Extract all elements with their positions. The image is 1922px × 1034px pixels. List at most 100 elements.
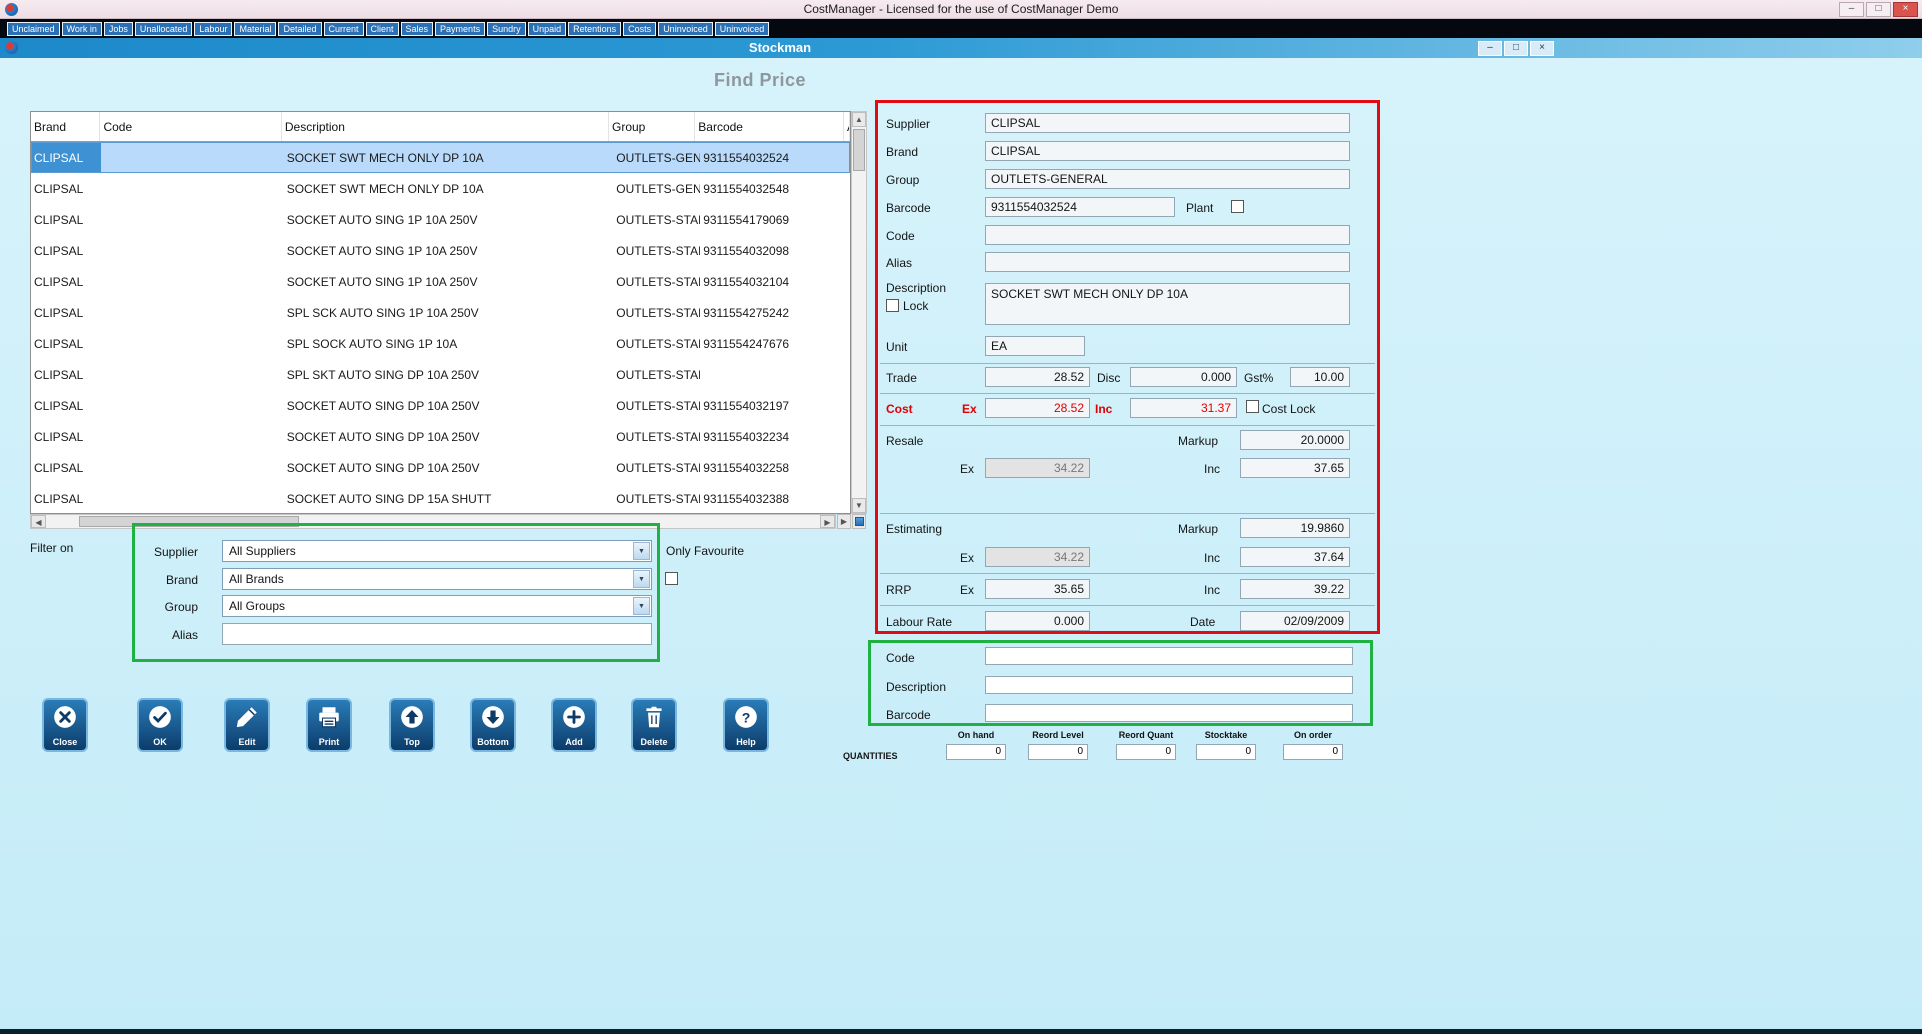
scroll-right-icon[interactable]: ▶ — [820, 515, 835, 528]
column-header-a[interactable]: A — [844, 112, 850, 141]
rrp-inc-field[interactable]: 39.22 — [1240, 579, 1350, 599]
supplier-filter-dropdown[interactable]: All Suppliers ▼ — [222, 540, 652, 562]
scroll-right-end-icon[interactable]: ▶ — [837, 514, 851, 529]
lookup-code-input[interactable] — [985, 647, 1353, 665]
tab-current[interactable]: Current — [323, 21, 364, 36]
resale-inc-field[interactable]: 37.65 — [1240, 458, 1350, 478]
tab-costs[interactable]: Costs — [623, 21, 657, 36]
close-icon[interactable]: × — [1530, 41, 1554, 56]
table-row[interactable]: CLIPSAL SOCKET AUTO SING 1P 10A 250V OUTLE… — [31, 266, 850, 297]
horizontal-scrollbar[interactable]: ◀ ▶ — [30, 514, 836, 529]
tab-uninvoiced[interactable]: Uninvoiced — [714, 21, 770, 36]
minimize-icon[interactable]: – — [1839, 2, 1864, 17]
estimating-ex-field[interactable]: 34.22 — [985, 547, 1090, 567]
tab-labour[interactable]: Labour — [194, 21, 233, 36]
quantity-input[interactable]: 0 — [1116, 744, 1176, 760]
tab-unclaimed[interactable]: Unclaimed — [7, 21, 60, 36]
scroll-left-icon[interactable]: ◀ — [31, 515, 46, 528]
column-header-barcode[interactable]: Barcode — [695, 112, 844, 141]
tab-client[interactable]: Client — [365, 21, 399, 36]
chevron-down-icon[interactable]: ▼ — [633, 597, 650, 615]
resale-markup-field[interactable]: 20.0000 — [1240, 430, 1350, 450]
description-lock-checkbox[interactable] — [886, 299, 899, 312]
cost-inc-field[interactable]: 31.37 — [1130, 398, 1237, 418]
estimating-inc-field[interactable]: 37.64 — [1240, 547, 1350, 567]
close-icon[interactable]: × — [1893, 2, 1918, 17]
labour-rate-field[interactable]: 0.000 — [985, 611, 1090, 631]
table-row[interactable]: CLIPSAL SPL SKT AUTO SING DP 10A 250V OUTL… — [31, 359, 850, 390]
column-header-code[interactable]: Code — [100, 112, 282, 141]
brand-field[interactable]: CLIPSAL — [985, 141, 1350, 161]
tab-retentions[interactable]: Retentions — [568, 21, 622, 36]
tab-unpaid[interactable]: Unpaid — [527, 21, 567, 36]
column-header-group[interactable]: Group — [609, 112, 696, 141]
table-row[interactable]: CLIPSAL SOCKET AUTO SING DP 15A SHUTT OUTL… — [31, 483, 850, 513]
table-row[interactable]: CLIPSAL SOCKET SWT MECH ONLY DP 10A OUTLET… — [31, 173, 850, 204]
horizontal-scroll-thumb[interactable] — [79, 516, 299, 527]
table-row[interactable]: CLIPSAL SOCKET AUTO SING 1P 10A 250V OUTLE… — [31, 204, 850, 235]
print-button[interactable]: Print — [306, 698, 352, 752]
delete-button[interactable]: Delete — [631, 698, 677, 752]
description-field[interactable]: SOCKET SWT MECH ONLY DP 10A — [985, 283, 1350, 325]
rrp-ex-field[interactable]: 35.65 — [985, 579, 1090, 599]
alias-filter-input[interactable] — [222, 623, 652, 645]
cost-ex-field[interactable]: 28.52 — [985, 398, 1090, 418]
tab-sales[interactable]: Sales — [400, 21, 434, 36]
edit-button[interactable]: Edit — [224, 698, 270, 752]
column-header-description[interactable]: Description — [282, 112, 609, 141]
plant-checkbox[interactable] — [1231, 200, 1244, 213]
quantity-input[interactable]: 0 — [946, 744, 1006, 760]
tab-detailed[interactable]: Detailed — [278, 21, 322, 36]
chevron-down-icon[interactable]: ▼ — [633, 570, 650, 588]
barcode-field[interactable]: 9311554032524 — [985, 197, 1175, 217]
grid-search-icon[interactable] — [852, 514, 866, 529]
minimize-icon[interactable]: – — [1478, 41, 1502, 56]
disc-field[interactable]: 0.000 — [1130, 367, 1237, 387]
quantity-input[interactable]: 0 — [1283, 744, 1343, 760]
table-row[interactable]: CLIPSAL SPL SOCK AUTO SING 1P 10A OUTLETS-… — [31, 328, 850, 359]
tab-uninvoiced[interactable]: Uninvoiced — [658, 21, 713, 36]
scroll-up-icon[interactable]: ▲ — [852, 112, 866, 127]
top-button[interactable]: Top — [389, 698, 435, 752]
help-button[interactable]: ? Help — [723, 698, 769, 752]
maximize-icon[interactable]: □ — [1866, 2, 1891, 17]
trade-field[interactable]: 28.52 — [985, 367, 1090, 387]
lookup-description-input[interactable] — [985, 676, 1353, 694]
scroll-down-icon[interactable]: ▼ — [852, 498, 866, 513]
table-row[interactable]: CLIPSAL SOCKET AUTO SING DP 10A 250V OUTLE… — [31, 421, 850, 452]
tab-unallocated[interactable]: Unallocated — [134, 21, 193, 36]
chevron-down-icon[interactable]: ▼ — [633, 542, 650, 560]
tab-payments[interactable]: Payments — [435, 21, 486, 36]
table-row[interactable]: CLIPSAL SPL SCK AUTO SING 1P 10A 250V OUTL… — [31, 297, 850, 328]
tab-material[interactable]: Material — [234, 21, 277, 36]
vertical-scrollbar[interactable]: ▲ ▼ — [851, 111, 867, 514]
resale-ex-field[interactable]: 34.22 — [985, 458, 1090, 478]
group-filter-dropdown[interactable]: All Groups ▼ — [222, 595, 652, 617]
date-field[interactable]: 02/09/2009 — [1240, 611, 1350, 631]
table-row[interactable]: CLIPSAL SOCKET SWT MECH ONLY DP 10A OUTLET… — [31, 142, 850, 173]
only-favourite-checkbox[interactable] — [665, 572, 678, 585]
alias-field[interactable] — [985, 252, 1350, 272]
brand-filter-dropdown[interactable]: All Brands ▼ — [222, 568, 652, 590]
vertical-scroll-thumb[interactable] — [853, 129, 865, 171]
table-row[interactable]: CLIPSAL SOCKET AUTO SING DP 10A 250V OUTLE… — [31, 452, 850, 483]
gst-field[interactable]: 10.00 — [1290, 367, 1350, 387]
lookup-barcode-input[interactable] — [985, 704, 1353, 722]
tab-jobs[interactable]: Jobs — [103, 21, 133, 36]
code-field[interactable] — [985, 225, 1350, 245]
ok-button[interactable]: OK — [137, 698, 183, 752]
table-row[interactable]: CLIPSAL SOCKET AUTO SING DP 10A 250V OUTLE… — [31, 390, 850, 421]
bottom-button[interactable]: Bottom — [470, 698, 516, 752]
table-row[interactable]: CLIPSAL SOCKET AUTO SING 1P 10A 250V OUTLE… — [31, 235, 850, 266]
column-header-brand[interactable]: Brand — [31, 112, 101, 141]
maximize-icon[interactable]: □ — [1504, 41, 1528, 56]
tab-work-in[interactable]: Work in — [61, 21, 102, 36]
quantity-input[interactable]: 0 — [1028, 744, 1088, 760]
add-button[interactable]: Add — [551, 698, 597, 752]
close-button[interactable]: Close — [42, 698, 88, 752]
cost-lock-checkbox[interactable] — [1246, 400, 1259, 413]
estimating-markup-field[interactable]: 19.9860 — [1240, 518, 1350, 538]
supplier-field[interactable]: CLIPSAL — [985, 113, 1350, 133]
tab-sundry[interactable]: Sundry — [487, 21, 526, 36]
unit-field[interactable]: EA — [985, 336, 1085, 356]
